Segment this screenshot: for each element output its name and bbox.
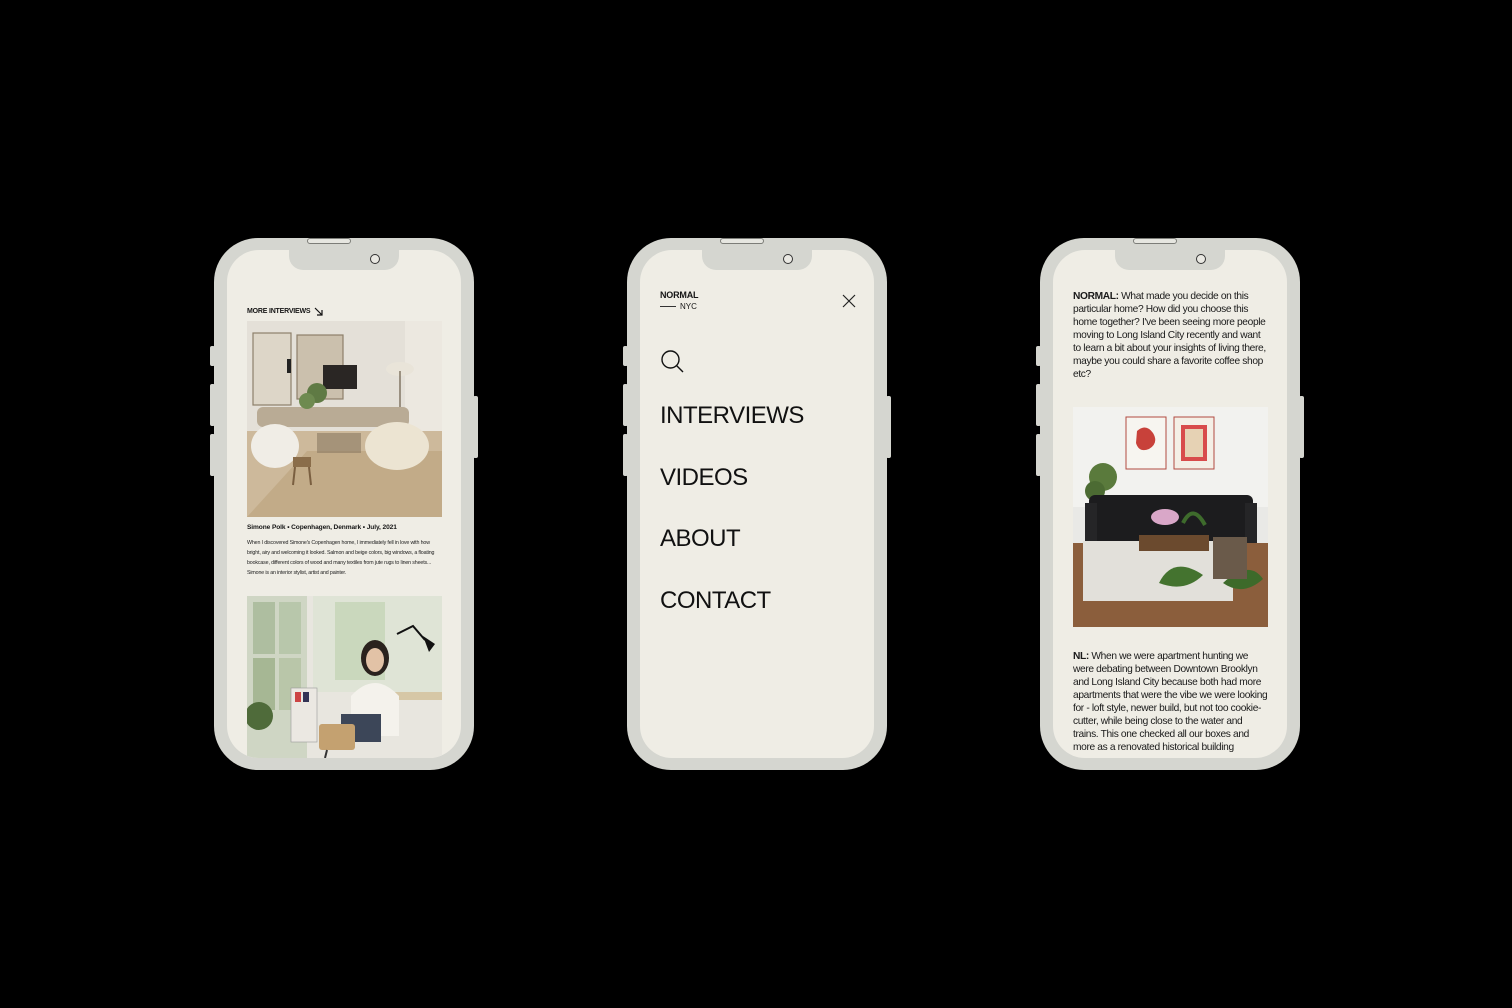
question-text: What made you decide on this particular … [1073, 291, 1266, 381]
menu-item-contact[interactable]: CONTACT [660, 587, 771, 615]
phone-menu: NORMAL NYC INTERVIEWS VIDEOS ABOUT CONTA… [623, 238, 891, 770]
menu-item-about[interactable]: ABOUT [660, 525, 741, 553]
interview-photo-portrait[interactable] [247, 596, 442, 758]
sofa-room-image [1073, 407, 1268, 627]
menu-item-videos[interactable]: VIDEOS [660, 464, 748, 492]
interview-question: NORMAL: What made you decide on this par… [1073, 290, 1269, 381]
more-interviews-link[interactable]: MORE INTERVIEWS [247, 307, 323, 316]
phone-interview-article: NORMAL: What made you decide on this par… [1036, 238, 1304, 770]
phone-screen: MORE INTERVIEWS Simone Polk • Copenhagen… [227, 250, 461, 758]
front-camera [1196, 254, 1206, 264]
interview-caption: Simone Polk • Copenhagen, Denmark • July… [247, 524, 397, 531]
phone-screen: NORMAL NYC INTERVIEWS VIDEOS ABOUT CONTA… [640, 250, 874, 758]
phone-speaker [1133, 238, 1177, 244]
front-camera [370, 254, 380, 264]
arrow-down-right-icon [314, 307, 323, 316]
phone-notch [702, 250, 812, 270]
phone-notch [289, 250, 399, 270]
phone-screen: NORMAL: What made you decide on this par… [1053, 250, 1287, 758]
site-logo[interactable]: NORMAL [660, 290, 698, 300]
interview-answer: NL: When we were apartment hunting we we… [1073, 650, 1269, 754]
city-label: NYC [680, 302, 697, 311]
living-room-image [247, 321, 442, 517]
front-camera [783, 254, 793, 264]
menu-item-interviews[interactable]: INTERVIEWS [660, 402, 804, 430]
phone-speaker [307, 238, 351, 244]
close-icon[interactable] [842, 294, 856, 313]
answer-speaker-label: NL: [1073, 651, 1089, 662]
phone-speaker [720, 238, 764, 244]
interview-description: When I discovered Simone's Copenhagen ho… [247, 540, 435, 577]
phone-interviews-list: MORE INTERVIEWS Simone Polk • Copenhagen… [210, 238, 478, 770]
question-speaker-label: NORMAL: [1073, 291, 1119, 302]
interview-photo-living-room[interactable] [247, 321, 442, 517]
site-logo-subtitle: NYC [660, 302, 697, 311]
logo-dash [660, 306, 676, 307]
more-interviews-label: MORE INTERVIEWS [247, 308, 311, 315]
portrait-image [247, 596, 442, 758]
search-icon[interactable] [660, 349, 684, 378]
phone-notch [1115, 250, 1225, 270]
interview-photo-sofa[interactable] [1073, 407, 1268, 627]
answer-text: When we were apartment hunting we were d… [1073, 651, 1268, 754]
